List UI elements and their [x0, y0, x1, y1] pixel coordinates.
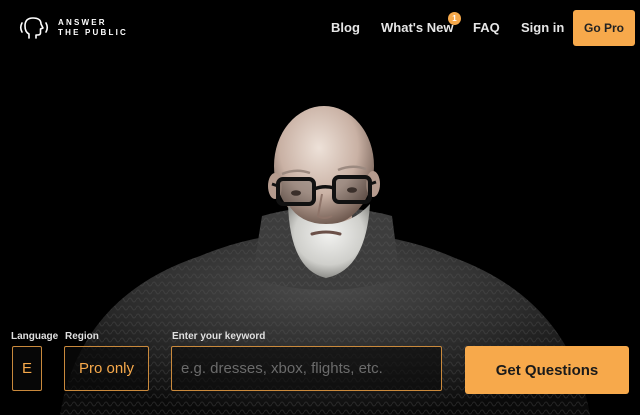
logo[interactable]: ANSWER THE PUBLIC — [18, 14, 128, 42]
answer-the-public-home: ANSWER THE PUBLIC Blog What's New 1 FAQ … — [0, 0, 640, 415]
go-pro-button[interactable]: Go Pro — [573, 10, 635, 46]
whats-new-badge: 1 — [448, 12, 461, 25]
nav-whats-new-link[interactable]: What's New — [381, 20, 453, 35]
keyword-input[interactable] — [171, 346, 442, 391]
keyword-label: Enter your keyword — [172, 331, 266, 342]
nav-faq-link[interactable]: FAQ — [473, 20, 500, 35]
get-questions-button[interactable]: Get Questions — [465, 346, 629, 394]
nav-blog-link[interactable]: Blog — [331, 20, 360, 35]
logo-line-2: THE PUBLIC — [58, 28, 128, 37]
region-label: Region — [65, 331, 99, 342]
language-select[interactable]: E — [12, 346, 42, 391]
region-select[interactable]: Pro only — [64, 346, 149, 391]
speaking-head-icon — [19, 17, 49, 39]
language-label: Language — [11, 331, 59, 342]
logo-wordmark: ANSWER THE PUBLIC — [58, 18, 128, 38]
nav-sign-in-link[interactable]: Sign in — [521, 20, 564, 35]
logo-line-1: ANSWER — [58, 18, 107, 27]
top-navigation: ANSWER THE PUBLIC Blog What's New 1 FAQ … — [0, 0, 640, 56]
